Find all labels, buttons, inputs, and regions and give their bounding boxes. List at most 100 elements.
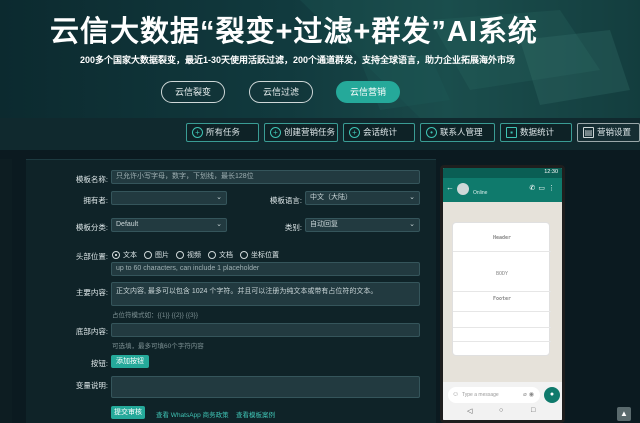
chevron-down-icon: ⌄ [216, 194, 222, 201]
body-hint: 占位符模式如：{{1}} {{2}} {{3}} [112, 312, 199, 319]
chat-header: ← Online ✆▭⋮ [443, 178, 562, 202]
owner-label: 拥有者: [83, 196, 108, 205]
radio-header-text[interactable]: 文本 [112, 250, 137, 260]
radio-dot-icon [208, 251, 216, 260]
message-input[interactable]: ☺ Type a message ⌀◉ [448, 387, 540, 403]
nav-create-task[interactable]: + 创建营销任务 [264, 123, 338, 142]
category-select[interactable]: Default ⌄ [111, 218, 227, 232]
nav-label: 联系人管理 [440, 127, 483, 137]
card-footer: Footer [492, 296, 512, 302]
card-body: BODY [495, 271, 509, 277]
submit-review-button[interactable]: 提交审核 [111, 406, 145, 419]
chart-icon: ▪ [506, 127, 517, 138]
plus-circle-icon: + [270, 127, 281, 138]
radio-header-location[interactable]: 坐标位置 [240, 250, 279, 260]
footer-input[interactable] [111, 323, 420, 337]
radio-label: 视频 [187, 252, 201, 259]
call-icon: ✆▭⋮ [529, 185, 558, 192]
template-lang-value: 中文（大陆） [310, 194, 352, 201]
nav-label: 会话统计 [363, 127, 398, 137]
nav-marketing-settings[interactable]: ▤ 营销设置 [577, 123, 640, 142]
hero-banner: 云信大数据“裂变+过滤+群发”AI系统 200多个国家大数据裂变，最近1-30天… [0, 0, 640, 118]
type-select[interactable]: 自动回复 ⌄ [305, 218, 420, 232]
card-header: Header [492, 235, 512, 241]
left-side-strip [0, 159, 12, 423]
template-lang-label: 模板语言: [269, 196, 302, 205]
add-button-button[interactable]: 添加按钮 [111, 355, 149, 368]
attach-icon: ⌀◉ [523, 392, 536, 398]
message-template-card: Header BODY Footer [452, 222, 551, 356]
card-divider [453, 251, 551, 252]
nav-all-tasks[interactable]: + 所有任务 [186, 123, 259, 142]
radio-dot-icon [144, 251, 152, 260]
phone-nav-bar: ◁ ○ □ [443, 406, 562, 420]
whatsapp-policy-link[interactable]: 查看 WhatsApp 商务政策 [156, 409, 229, 419]
chat-area: Header BODY Footer [443, 202, 562, 382]
body-textarea[interactable]: 正文内容, 最多可以包含 1024 个字符。并且可以注册为纯文本或带有占位符的文… [111, 282, 420, 306]
emoji-icon: ☺ [452, 391, 460, 398]
radio-header-video[interactable]: 视频 [176, 250, 201, 260]
settings-icon: ▤ [583, 127, 594, 138]
feature-nav: + 所有任务 + 创建营销任务 + 会话统计 • 联系人管理 ▪ 数据统计 ▤ … [0, 118, 640, 150]
category-value: Default [116, 221, 139, 228]
card-divider [453, 327, 551, 328]
radio-header-document[interactable]: 文档 [208, 250, 233, 260]
header-text-placeholder: up to 60 characters, can include 1 place… [116, 265, 260, 272]
hero-button-fission[interactable]: 云信裂变 [161, 81, 225, 103]
phone-status-bar: 12:30 [443, 168, 562, 178]
radio-label: 文本 [123, 252, 137, 259]
owner-select[interactable]: ⌄ [111, 191, 227, 205]
card-divider [453, 311, 551, 312]
radio-dot-icon [112, 251, 120, 260]
radio-label: 图片 [155, 252, 169, 259]
category-label: 模板分类: [75, 223, 108, 232]
avatar [457, 183, 469, 195]
hero-button-filter[interactable]: 云信过滤 [249, 81, 313, 103]
phone-preview: 12:30 ← Online ✆▭⋮ Header BODY Footer ☺ … [440, 165, 565, 423]
user-icon: • [426, 127, 437, 138]
chat-status: Online [473, 190, 488, 196]
hero-button-marketing[interactable]: 云信营销 [336, 81, 400, 103]
phone-time: 12:30 [544, 169, 558, 175]
type-value: 自动回复 [310, 221, 338, 228]
body-placeholder: 正文内容, 最多可以包含 1024 个字符。并且可以注册为纯文本或带有占位符的文… [116, 288, 378, 295]
template-name-input[interactable]: 只允许小写字母，数字，下划线，最长128位 [111, 170, 420, 184]
card-divider [453, 341, 551, 342]
template-lang-select[interactable]: 中文（大陆） ⌄ [305, 191, 420, 205]
mic-icon[interactable]: ● [544, 387, 560, 403]
card-divider [453, 291, 551, 292]
hero-subtitle: 200多个国家大数据裂变，最近1-30天使用活跃过滤，200个通道群发，支持全球… [80, 55, 516, 65]
scroll-top-icon[interactable]: ▲ [617, 407, 631, 421]
nav-contacts[interactable]: • 联系人管理 [420, 123, 495, 142]
nav-session-stats[interactable]: + 会话统计 [343, 123, 415, 142]
nav-label: 营销设置 [597, 127, 632, 137]
chevron-down-icon: ⌄ [409, 194, 415, 201]
radio-header-image[interactable]: 图片 [144, 250, 169, 260]
variables-textarea[interactable] [111, 376, 420, 398]
nav-data-stats[interactable]: ▪ 数据统计 [500, 123, 572, 142]
buttons-label: 按钮: [90, 359, 108, 368]
hero-title: 云信大数据“裂变+过滤+群发”AI系统 [50, 16, 538, 48]
radio-dot-icon [240, 251, 248, 260]
body-label: 主要内容: [75, 288, 108, 297]
variables-label: 变量说明: [75, 381, 108, 390]
plus-circle-icon: + [192, 127, 203, 138]
template-name-placeholder: 只允许小写字母，数字，下划线，最长128位 [116, 173, 254, 180]
back-arrow-icon: ← [446, 183, 454, 192]
message-placeholder: Type a message [462, 392, 499, 398]
nav-label: 数据统计 [520, 127, 555, 137]
radio-label: 文档 [219, 252, 233, 259]
template-name-label: 模板名称: [75, 175, 108, 184]
chevron-down-icon: ⌄ [216, 221, 222, 228]
footer-label: 底部内容: [75, 327, 108, 336]
radio-dot-icon [176, 251, 184, 260]
header-text-input[interactable]: up to 60 characters, can include 1 place… [111, 262, 420, 276]
nav-label: 创建营销任务 [284, 127, 336, 137]
nav-back-icon[interactable]: ◁ [467, 407, 472, 415]
header-position-label: 头部位置: [75, 252, 108, 261]
plus-circle-icon: + [349, 127, 360, 138]
radio-label: 坐标位置 [251, 252, 279, 259]
nav-home-icon[interactable]: ○ [499, 407, 503, 414]
template-example-link[interactable]: 查看模板案例 [236, 409, 275, 419]
nav-recent-icon[interactable]: □ [531, 407, 535, 414]
